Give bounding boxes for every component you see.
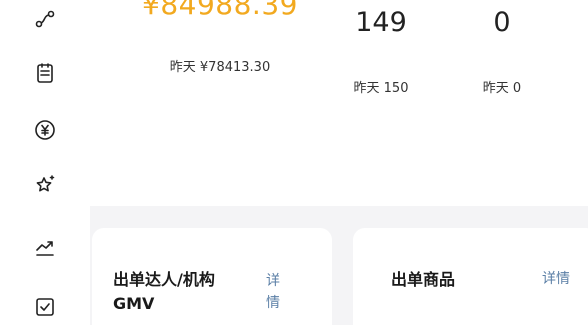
- clipboard-icon[interactable]: [32, 60, 58, 86]
- metric-a-value: 149: [355, 7, 407, 38]
- talent-gmv-detail-link[interactable]: 详 情: [266, 270, 280, 314]
- metric-b-yesterday: 昨天 0: [482, 81, 522, 96]
- metric-a-yesterday: 昨天 150: [353, 81, 409, 96]
- trend-chart-icon[interactable]: [32, 234, 58, 260]
- share-nodes-icon[interactable]: [32, 6, 58, 32]
- overview-panel: ¥84988.39 昨天 ¥78413.30 149 昨天 150 0 昨天 0: [90, 0, 588, 206]
- products-card-title: 出单商品: [391, 270, 456, 289]
- products-detail-link[interactable]: 详情: [542, 268, 570, 290]
- talent-gmv-card-title: 出单达人/机构 GMV: [113, 268, 215, 316]
- checked-box-icon[interactable]: [32, 294, 58, 320]
- talent-gmv-card: 出单达人/机构 GMV 详 情: [92, 228, 332, 325]
- yen-circle-icon[interactable]: [32, 117, 58, 143]
- star-sparkle-icon[interactable]: [32, 172, 58, 198]
- metric-b-value: 0: [493, 7, 511, 38]
- talent-gmv-title-line1: 出单达人/机构: [113, 270, 215, 289]
- talent-gmv-detail-line2: 情: [266, 295, 280, 311]
- talent-gmv-title-line2: GMV: [113, 294, 155, 313]
- talent-gmv-detail-line1: 详: [266, 273, 280, 289]
- gmv-value: ¥84988.39: [142, 0, 298, 21]
- sidebar: [0, 0, 90, 325]
- gmv-yesterday: 昨天 ¥78413.30: [169, 60, 271, 75]
- products-card: 出单商品 详情: [353, 228, 588, 325]
